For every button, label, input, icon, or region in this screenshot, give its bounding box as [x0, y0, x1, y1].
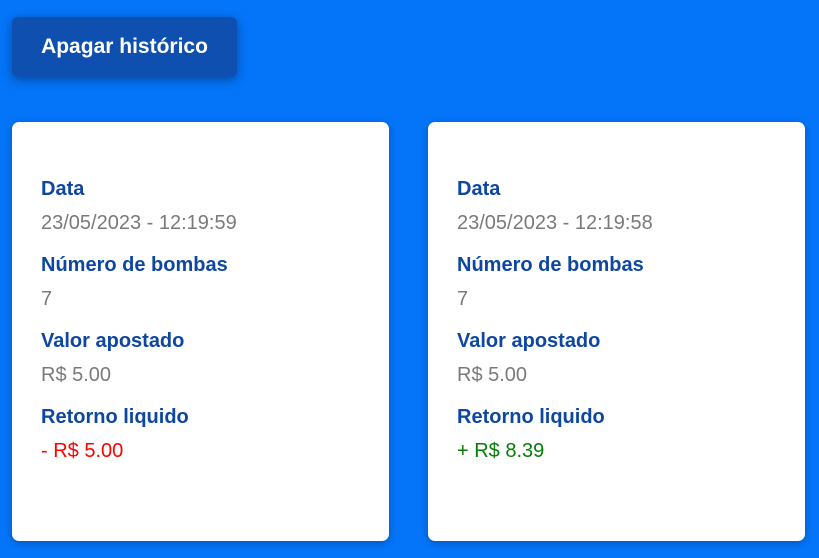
net-return-label: Retorno liquido	[41, 406, 189, 428]
date-label: Data	[457, 178, 501, 200]
date-label: Data	[41, 178, 85, 200]
clear-history-button[interactable]: Apagar histórico	[12, 17, 237, 77]
date-value: 23/05/2023 - 12:19:58	[457, 212, 653, 234]
bet-field: Valor apostado R$ 5.00	[457, 328, 805, 388]
bet-value: R$ 5.00	[41, 364, 112, 386]
net-return-field: Retorno liquido - R$ 5.00	[41, 404, 389, 464]
bombs-field: Número de bombas 7	[41, 252, 389, 312]
bet-value: R$ 5.00	[457, 364, 528, 386]
history-list: Data 23/05/2023 - 12:19:59 Número de bom…	[12, 122, 805, 541]
date-field: Data 23/05/2023 - 12:19:59	[41, 176, 389, 236]
history-card: Data 23/05/2023 - 12:19:59 Número de bom…	[12, 122, 389, 541]
history-card: Data 23/05/2023 - 12:19:58 Número de bom…	[428, 122, 805, 541]
net-return-value: - R$ 5.00	[41, 440, 124, 462]
bet-label: Valor apostado	[457, 330, 601, 352]
date-value: 23/05/2023 - 12:19:59	[41, 212, 237, 234]
net-return-value: + R$ 8.39	[457, 440, 545, 462]
bombs-value: 7	[457, 288, 469, 310]
bet-label: Valor apostado	[41, 330, 185, 352]
bombs-value: 7	[41, 288, 53, 310]
net-return-label: Retorno liquido	[457, 406, 605, 428]
bet-field: Valor apostado R$ 5.00	[41, 328, 389, 388]
bombs-label: Número de bombas	[41, 254, 228, 276]
date-field: Data 23/05/2023 - 12:19:58	[457, 176, 805, 236]
bombs-field: Número de bombas 7	[457, 252, 805, 312]
bombs-label: Número de bombas	[457, 254, 644, 276]
net-return-field: Retorno liquido + R$ 8.39	[457, 404, 805, 464]
